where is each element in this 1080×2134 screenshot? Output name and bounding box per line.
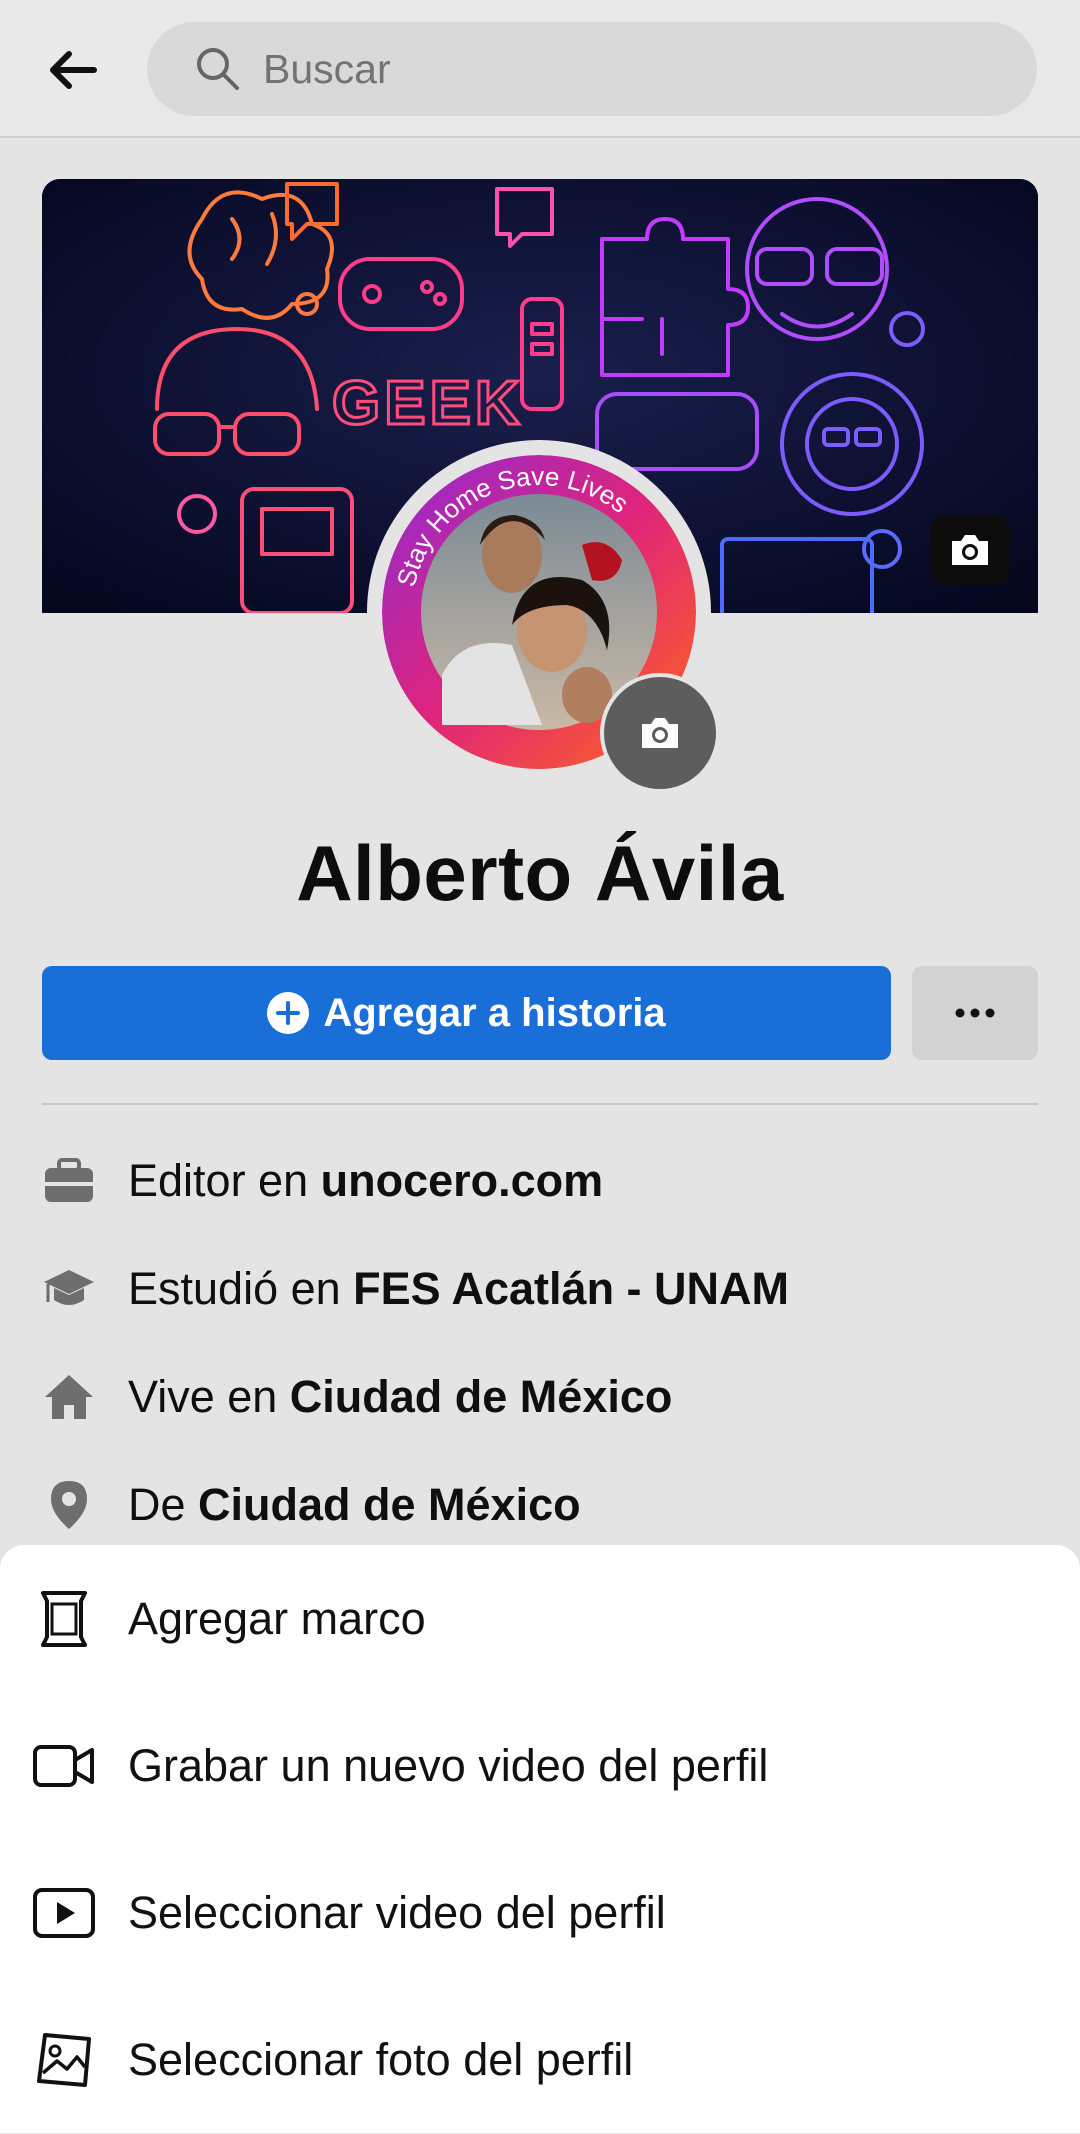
cover-geek-text: GEEK xyxy=(332,369,524,438)
info-prefix: Estudió en xyxy=(128,1263,354,1314)
briefcase-icon xyxy=(42,1154,96,1208)
search-icon xyxy=(197,48,239,90)
back-button[interactable] xyxy=(40,40,106,100)
location-pin-icon xyxy=(42,1478,96,1532)
info-row-work[interactable]: Editor en unocero.com xyxy=(42,1151,1038,1211)
frame-icon xyxy=(32,1587,96,1651)
top-bar xyxy=(0,0,1080,138)
menu-item-label: Agregar marco xyxy=(128,1593,426,1644)
info-row-from[interactable]: De Ciudad de México xyxy=(42,1475,1038,1535)
camera-icon xyxy=(642,718,678,748)
menu-item-select-video[interactable]: Seleccionar video del perfil xyxy=(0,1839,1080,1987)
info-value: FES Acatlán - UNAM xyxy=(353,1263,790,1314)
arrow-left-icon xyxy=(50,51,97,89)
info-prefix: Vive en xyxy=(128,1371,290,1422)
camera-icon xyxy=(952,535,988,565)
divider xyxy=(42,1103,1038,1105)
image-icon xyxy=(32,2028,96,2092)
menu-item-add-frame[interactable]: Agregar marco xyxy=(0,1545,1080,1693)
add-to-story-button[interactable]: Agregar a historia xyxy=(42,966,891,1060)
add-to-story-label: Agregar a historia xyxy=(323,990,666,1035)
menu-item-label: Seleccionar foto del perfil xyxy=(128,2034,634,2085)
info-row-education[interactable]: Estudió en FES Acatlán - UNAM xyxy=(42,1259,1038,1319)
avatar-camera-button[interactable] xyxy=(600,673,720,793)
menu-item-label: Grabar un nuevo video del perfil xyxy=(128,1740,769,1791)
more-dots-icon xyxy=(955,1008,995,1018)
search-input[interactable] xyxy=(263,22,1003,116)
info-prefix: De xyxy=(128,1479,199,1530)
profile-name: Alberto Ávila xyxy=(296,829,784,917)
graduation-cap-icon xyxy=(42,1262,96,1316)
more-options-button[interactable] xyxy=(912,966,1038,1060)
cover-camera-button[interactable] xyxy=(930,515,1010,585)
search-bar[interactable] xyxy=(147,22,1037,116)
info-prefix: Editor en xyxy=(128,1155,321,1206)
home-icon xyxy=(42,1370,96,1424)
info-value: Ciudad de México xyxy=(289,1371,673,1422)
menu-item-label: Seleccionar video del perfil xyxy=(128,1887,666,1938)
info-value: unocero.com xyxy=(320,1155,604,1206)
video-camera-icon xyxy=(32,1734,96,1798)
menu-item-record-video[interactable]: Grabar un nuevo video del perfil xyxy=(0,1692,1080,1840)
info-row-lives-in[interactable]: Vive en Ciudad de México xyxy=(42,1367,1038,1427)
plus-circle-icon xyxy=(267,992,310,1034)
menu-item-select-photo[interactable]: Seleccionar foto del perfil xyxy=(0,1986,1080,2134)
play-video-icon xyxy=(32,1881,96,1945)
bottom-sheet: Agregar marco Grabar un nuevo video del … xyxy=(0,1545,1080,2133)
info-value: Ciudad de México xyxy=(198,1479,581,1530)
